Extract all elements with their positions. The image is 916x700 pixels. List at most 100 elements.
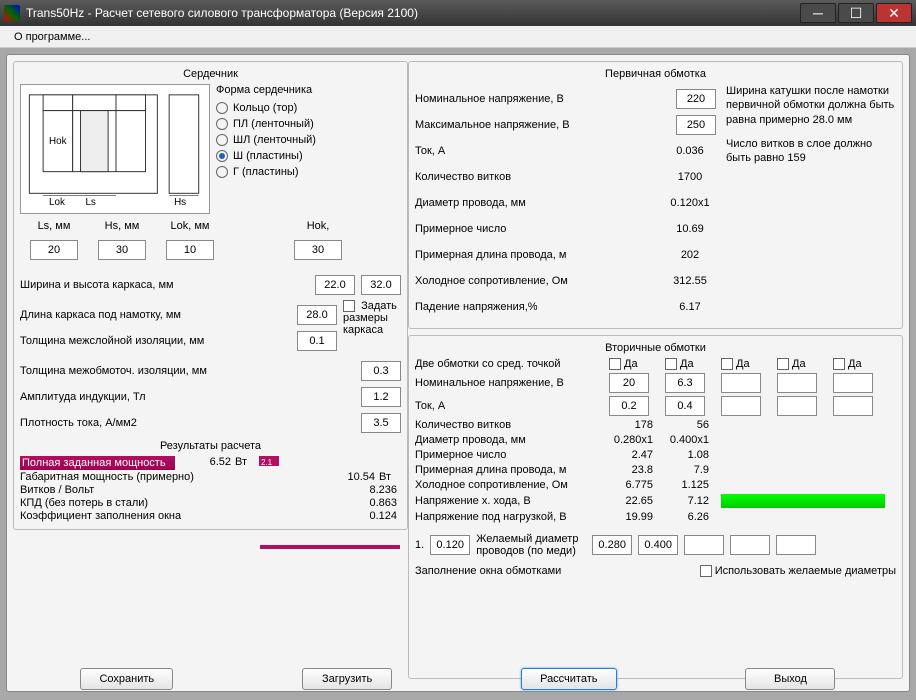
sec-ct-3[interactable] xyxy=(721,358,733,370)
pri-num-value: 10.69 xyxy=(664,223,716,235)
sec-loadv-label: Напряжение под нагрузкой, В xyxy=(415,511,605,523)
currdensity-input[interactable] xyxy=(361,413,401,433)
app-icon xyxy=(4,5,20,21)
interwind-label: Толщина межобмоточ. изоляции, мм xyxy=(20,365,357,377)
pri-i-value: 0.036 xyxy=(664,145,716,157)
sec-v-2[interactable] xyxy=(665,373,705,393)
radio-pl[interactable]: ПЛ (ленточный) xyxy=(216,118,356,130)
hok-input[interactable] xyxy=(294,240,342,260)
desd-3[interactable] xyxy=(684,535,724,555)
right-column: Первичная обмотка Номинальное напряжение… xyxy=(408,61,903,685)
svg-text:Hs: Hs xyxy=(174,197,186,208)
close-button[interactable]: ✕ xyxy=(876,3,912,23)
sec-i-3[interactable] xyxy=(721,396,761,416)
minimize-button[interactable]: ─ xyxy=(800,3,836,23)
menu-about[interactable]: О программе... xyxy=(8,29,96,45)
frame-len-label: Длина каркаса под намотку, мм xyxy=(20,309,293,321)
maximize-button[interactable]: ☐ xyxy=(838,3,874,23)
radio-shl[interactable]: ШЛ (ленточный) xyxy=(216,134,356,146)
sec-turns-label: Количество витков xyxy=(415,419,605,431)
radio-ring[interactable]: Кольцо (тор) xyxy=(216,102,356,114)
fillwin-label: Заполнение окна обмотками xyxy=(415,565,700,577)
primary-title: Первичная обмотка xyxy=(415,68,896,80)
sec-dia-2: 0.400x1 xyxy=(665,434,717,446)
radio-g[interactable]: Г (пластины) xyxy=(216,166,356,178)
sec-i-4[interactable] xyxy=(777,396,817,416)
exit-button[interactable]: Выход xyxy=(745,668,835,690)
frame-h-input[interactable] xyxy=(361,275,401,295)
sec-dia-label: Диаметр провода, мм xyxy=(415,434,605,446)
set-frame-checkbox[interactable] xyxy=(343,300,355,312)
sec-res-2: 1.125 xyxy=(665,479,717,491)
frame-len-input[interactable] xyxy=(297,305,337,325)
interwind-input[interactable] xyxy=(361,361,401,381)
pri-res-value: 312.55 xyxy=(664,275,716,287)
left-column: Сердечник xyxy=(13,61,408,685)
tpv-label: Витков / Вольт xyxy=(20,484,341,496)
desd-0[interactable] xyxy=(430,535,470,555)
pri-turns-label: Количество витков xyxy=(415,171,664,183)
hs-input[interactable] xyxy=(98,240,146,260)
core-form-panel: Форма сердечника Кольцо (тор) ПЛ (ленточ… xyxy=(216,84,356,214)
pri-nomv-label: Номинальное напряжение, В xyxy=(415,93,672,105)
interlayer-input[interactable] xyxy=(297,331,337,351)
svg-text:Lok: Lok xyxy=(49,197,65,208)
kpd-value: 0.863 xyxy=(341,497,401,509)
sec-v-1[interactable] xyxy=(609,373,649,393)
dim-labels: Ls, мм Hs, мм Lok, мм Hok, xyxy=(20,220,401,234)
sec-num-2: 1.08 xyxy=(665,449,717,461)
sec-v-3[interactable] xyxy=(721,373,761,393)
sec-v-4[interactable] xyxy=(777,373,817,393)
frame-w-input[interactable] xyxy=(315,275,355,295)
sec-i-2[interactable] xyxy=(665,396,705,416)
sec-len-1: 23.8 xyxy=(609,464,661,476)
sec-v-label: Номинальное напряжение, В xyxy=(415,377,605,389)
window-title: Trans50Hz - Расчет сетевого силового тра… xyxy=(26,6,798,20)
sec-openv-1: 22.65 xyxy=(609,495,661,507)
use-desired-checkbox[interactable] xyxy=(700,565,712,577)
sec-i-label: Ток, А xyxy=(415,400,605,412)
pri-nomv-input[interactable] xyxy=(676,89,716,109)
induction-input[interactable] xyxy=(361,387,401,407)
pri-num-label: Примерное число xyxy=(415,223,664,235)
core-group: Сердечник xyxy=(13,61,408,530)
gabpower-value: 10.54 xyxy=(319,471,379,483)
lok-input[interactable] xyxy=(166,240,214,260)
ls-input[interactable] xyxy=(30,240,78,260)
pri-turns-value: 1700 xyxy=(664,171,716,183)
calc-button[interactable]: Рассчитать xyxy=(521,668,616,690)
titlebar: Trans50Hz - Расчет сетевого силового тра… xyxy=(0,0,916,26)
sec-v-5[interactable] xyxy=(833,373,873,393)
gabpower-label: Габаритная мощность (примерно) xyxy=(20,471,319,483)
pri-maxv-input[interactable] xyxy=(676,115,716,135)
power-value: 6.52 xyxy=(175,456,235,470)
sec-i-5[interactable] xyxy=(833,396,873,416)
induction-label: Амплитуда индукции, Тл xyxy=(20,391,357,403)
desd-2[interactable] xyxy=(638,535,678,555)
sec-ct-2[interactable] xyxy=(665,358,677,370)
use-desired-label: Использовать желаемые диаметры xyxy=(715,565,896,577)
lok-label: Lok, мм xyxy=(156,220,224,232)
pri-res-label: Холодное сопротивление, Ом xyxy=(415,275,664,287)
svg-text:Ls: Ls xyxy=(85,197,95,208)
sec-ct-5[interactable] xyxy=(833,358,845,370)
sec-res-label: Холодное сопротивление, Ом xyxy=(415,479,605,491)
save-button[interactable]: Сохранить xyxy=(80,668,173,690)
radio-pl-label: ПЛ (ленточный) xyxy=(233,118,314,130)
primary-group: Первичная обмотка Номинальное напряжение… xyxy=(408,61,903,329)
pri-drop-value: 6.17 xyxy=(664,301,716,313)
sec-ct-label: Две обмотки со сред. точкой xyxy=(415,358,605,370)
sec-ct-1[interactable] xyxy=(609,358,621,370)
radio-ring-label: Кольцо (тор) xyxy=(233,102,297,114)
sec-num-1: 2.47 xyxy=(609,449,661,461)
desd-5[interactable] xyxy=(776,535,816,555)
sec-turns-2: 56 xyxy=(665,419,717,431)
desd-1[interactable] xyxy=(592,535,632,555)
currdensity-label: Плотность тока, А/мм2 xyxy=(20,417,357,429)
pri-drop-label: Падение напряжения,% xyxy=(415,301,664,313)
desd-4[interactable] xyxy=(730,535,770,555)
load-button[interactable]: Загрузить xyxy=(302,668,392,690)
radio-sh[interactable]: Ш (пластины) xyxy=(216,150,356,162)
sec-i-1[interactable] xyxy=(609,396,649,416)
sec-ct-4[interactable] xyxy=(777,358,789,370)
